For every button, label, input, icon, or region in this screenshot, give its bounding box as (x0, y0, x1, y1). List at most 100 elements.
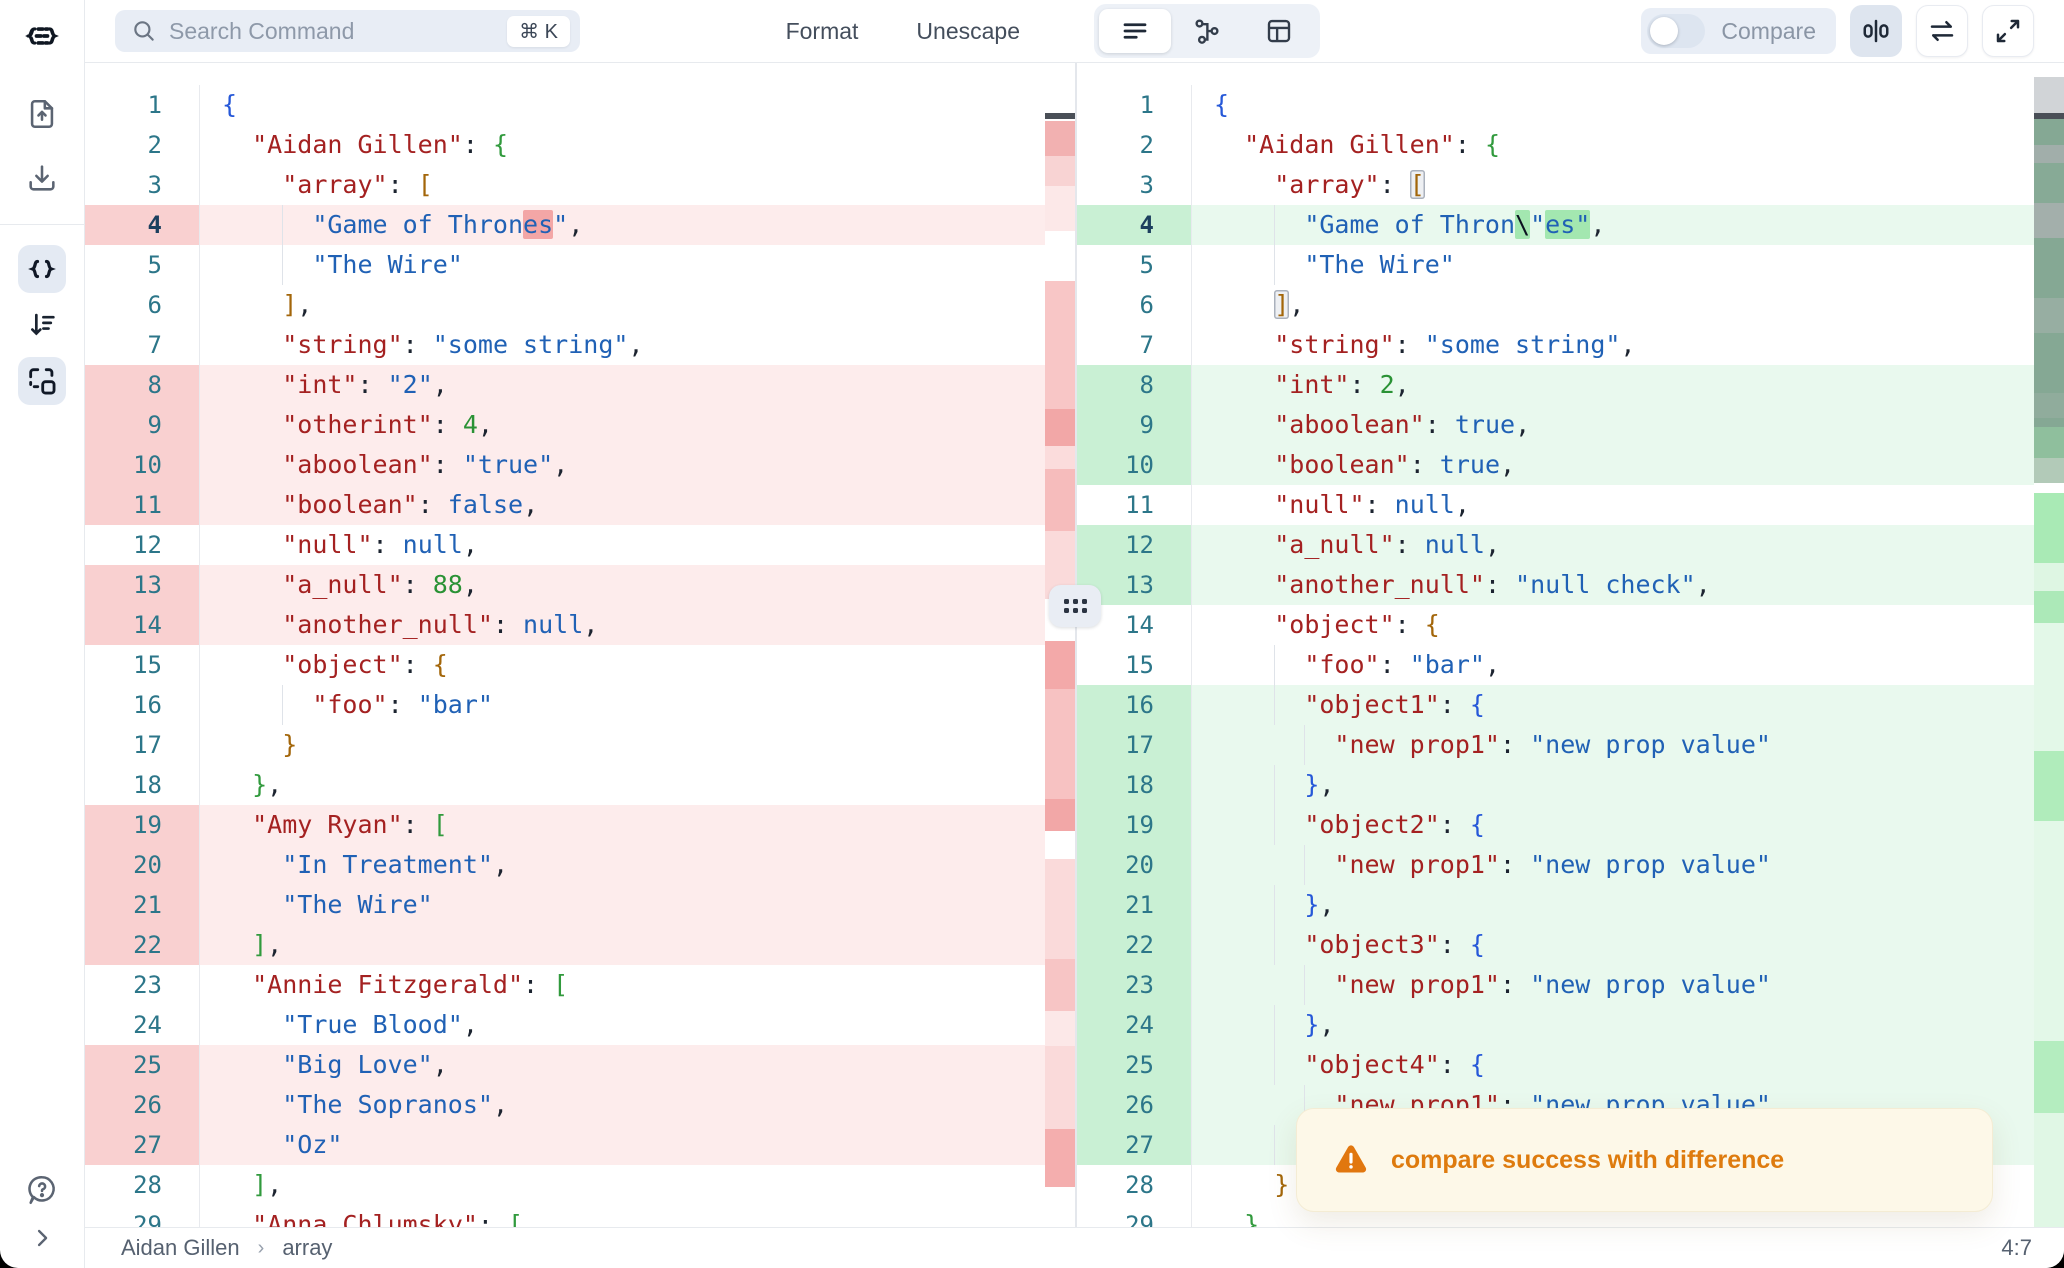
right-code-line[interactable]: 3 "array": [ (1077, 165, 2064, 205)
left-code-line[interactable]: 27 "Oz" (85, 1125, 1075, 1165)
code-content: ], (200, 925, 1075, 965)
right-editor[interactable]: 1{2 "Aidan Gillen": {3 "array": [4 "Game… (1075, 63, 2064, 1227)
line-number: 12 (85, 525, 200, 565)
right-code-line[interactable]: 6 ], (1077, 285, 2064, 325)
left-code-line[interactable]: 29 "Anna Chlumsky": [ (85, 1205, 1075, 1227)
diff-view-button[interactable] (1850, 5, 1902, 57)
right-code-line[interactable]: 8 "int": 2, (1077, 365, 2064, 405)
breadcrumb: Aidan Gillen › array (121, 1235, 332, 1261)
left-code-line[interactable]: 8 "int": "2", (85, 365, 1075, 405)
left-code-line[interactable]: 28 ], (85, 1165, 1075, 1205)
collapse-sidebar-button[interactable] (18, 1214, 66, 1262)
table-view-tab[interactable] (1243, 9, 1315, 53)
right-code-line[interactable]: 10 "boolean": true, (1077, 445, 2064, 485)
code-content: "new prop1": "new prop value" (1192, 725, 2064, 765)
left-code-line[interactable]: 13 "a_null": 88, (85, 565, 1075, 605)
right-code-line[interactable]: 19 "object2": { (1077, 805, 2064, 845)
right-code-line[interactable]: 24 }, (1077, 1005, 2064, 1045)
left-code-line[interactable]: 14 "another_null": null, (85, 605, 1075, 645)
left-code-line[interactable]: 20 "In Treatment", (85, 845, 1075, 885)
graph-view-tab[interactable] (1171, 9, 1243, 53)
right-code-line[interactable]: 18 }, (1077, 765, 2064, 805)
code-content: "The Wire" (200, 245, 1075, 285)
left-code-line[interactable]: 25 "Big Love", (85, 1045, 1075, 1085)
left-code-line[interactable]: 10 "aboolean": "true", (85, 445, 1075, 485)
line-number: 5 (85, 245, 200, 285)
download-button[interactable] (18, 154, 66, 202)
breadcrumb-item-root[interactable]: Aidan Gillen (121, 1235, 240, 1261)
right-code-line[interactable]: 12 "a_null": null, (1077, 525, 2064, 565)
right-code-line[interactable]: 4 "Game of Thron\"es", (1077, 205, 2064, 245)
left-code-line[interactable]: 15 "object": { (85, 645, 1075, 685)
right-code-line[interactable]: 20 "new prop1": "new prop value" (1077, 845, 2064, 885)
right-code-line[interactable]: 9 "aboolean": true, (1077, 405, 2064, 445)
format-button[interactable]: Format (786, 18, 859, 45)
line-number: 13 (85, 565, 200, 605)
left-code-line[interactable]: 26 "The Sopranos", (85, 1085, 1075, 1125)
right-code-line[interactable]: 13 "another_null": "null check", (1077, 565, 2064, 605)
left-code-line[interactable]: 21 "The Wire" (85, 885, 1075, 925)
right-code-line[interactable]: 23 "new prop1": "new prop value" (1077, 965, 2064, 1005)
right-code-line[interactable]: 15 "foo": "bar", (1077, 645, 2064, 685)
left-diff-overview-ruler[interactable] (1045, 63, 1075, 1227)
code-content: "Amy Ryan": [ (200, 805, 1075, 845)
line-number: 1 (85, 85, 200, 125)
compare-toggle[interactable] (1647, 14, 1706, 48)
sort-button[interactable] (18, 301, 66, 349)
right-code-line[interactable]: 11 "null": null, (1077, 485, 2064, 525)
fullscreen-button[interactable] (1982, 5, 2034, 57)
help-button[interactable] (18, 1166, 66, 1214)
line-number: 15 (1077, 645, 1192, 685)
left-code-line[interactable]: 12 "null": null, (85, 525, 1075, 565)
code-content: "object": { (282, 650, 448, 679)
toast-notification[interactable]: compare success with difference (1296, 1108, 1993, 1212)
left-code-line[interactable]: 18 }, (85, 765, 1075, 805)
toolbar-left: Search Command ⌘ K Format Unescape (85, 10, 1076, 52)
right-code-line[interactable]: 5 "The Wire" (1077, 245, 2064, 285)
right-code-line[interactable]: 2 "Aidan Gillen": { (1077, 125, 2064, 165)
swap-sides-button[interactable] (1916, 5, 1968, 57)
left-code-line[interactable]: 2 "Aidan Gillen": { (85, 125, 1075, 165)
right-code-line[interactable]: 16 "object1": { (1077, 685, 2064, 725)
right-code-line[interactable]: 14 "object": { (1077, 605, 2064, 645)
line-number: 1 (1077, 85, 1192, 125)
right-code-line[interactable]: 25 "object4": { (1077, 1045, 2064, 1085)
line-number: 27 (85, 1125, 200, 1165)
left-code-line[interactable]: 23 "Annie Fitzgerald": [ (85, 965, 1075, 1005)
code-content: "int": 2, (1192, 365, 2064, 405)
import-file-button[interactable] (18, 90, 66, 138)
left-code-line[interactable]: 22 ], (85, 925, 1075, 965)
code-content: "another_null": "null check", (1192, 565, 2064, 605)
left-code-line[interactable]: 11 "boolean": false, (85, 485, 1075, 525)
left-code-line[interactable]: 3 "array": [ (85, 165, 1075, 205)
left-code-line[interactable]: 7 "string": "some string", (85, 325, 1075, 365)
right-code-line[interactable]: 17 "new prop1": "new prop value" (1077, 725, 2064, 765)
left-code-line[interactable]: 9 "otherint": 4, (85, 405, 1075, 445)
left-code-line[interactable]: 24 "True Blood", (85, 1005, 1075, 1045)
line-number: 18 (1077, 765, 1192, 805)
compare-toggle-group: Compare (1641, 8, 1836, 54)
code-content: { (1214, 90, 1230, 119)
breadcrumb-item-array[interactable]: array (282, 1235, 332, 1261)
code-content: "boolean": true, (1192, 445, 2064, 485)
left-code-line[interactable]: 17 } (85, 725, 1075, 765)
left-code-line[interactable]: 5 "The Wire" (85, 245, 1075, 285)
unescape-button[interactable]: Unescape (916, 18, 1020, 45)
right-code-line[interactable]: 21 }, (1077, 885, 2064, 925)
right-code-line[interactable]: 1{ (1077, 85, 2064, 125)
code-content: "aboolean": "true", (200, 445, 1075, 485)
text-view-tab[interactable] (1099, 9, 1171, 53)
left-code-line[interactable]: 1{ (85, 85, 1075, 125)
right-code-line[interactable]: 7 "string": "some string", (1077, 325, 2064, 365)
split-resize-handle[interactable] (1049, 585, 1101, 627)
left-code-line[interactable]: 6 ], (85, 285, 1075, 325)
left-editor[interactable]: 1{2 "Aidan Gillen": {3 "array": [4 "Game… (85, 63, 1075, 1227)
right-code-line[interactable]: 22 "object3": { (1077, 925, 2064, 965)
left-code-line[interactable]: 4 "Game of Thrones", (85, 205, 1075, 245)
left-code-line[interactable]: 19 "Amy Ryan": [ (85, 805, 1075, 845)
search-input[interactable]: Search Command ⌘ K (115, 10, 580, 52)
left-code-line[interactable]: 16 "foo": "bar" (85, 685, 1075, 725)
right-diff-overview-ruler[interactable] (2034, 63, 2064, 1227)
json-text-view-button[interactable] (18, 245, 66, 293)
compare-nodes-button[interactable] (18, 357, 66, 405)
